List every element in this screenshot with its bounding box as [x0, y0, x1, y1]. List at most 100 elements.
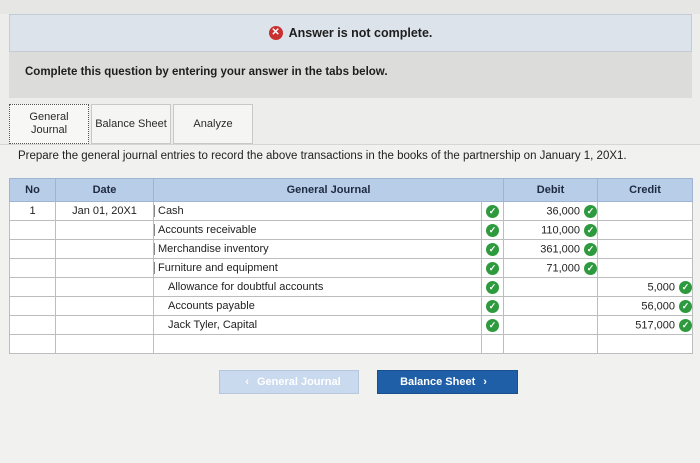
debit-amount: 71,000 — [546, 261, 581, 274]
date-cell[interactable] — [55, 296, 154, 316]
tab-balance-sheet[interactable]: Balance Sheet — [91, 104, 171, 144]
journal-row: Accounts payable ✓ 56,000 ✓ — [9, 296, 694, 316]
debit-cell[interactable]: 110,000 ✓ — [503, 220, 599, 240]
check-circle-icon: ✓ — [486, 280, 499, 294]
chevron-right-icon: › — [483, 376, 487, 388]
next-button-label: Balance Sheet — [400, 376, 476, 388]
account-name: Jack Tyler, Capital — [168, 319, 258, 331]
date-cell[interactable] — [55, 220, 154, 240]
journal-row: Jack Tyler, Capital ✓ 517,000 ✓ — [9, 315, 694, 335]
chevron-left-icon: ‹ — [245, 376, 249, 388]
instruction-text: Complete this question by entering your … — [9, 52, 692, 98]
account-cell[interactable]: Jack Tyler, Capital — [153, 315, 482, 335]
check-circle-icon: ✓ — [584, 261, 597, 275]
entry-number-cell[interactable] — [9, 258, 56, 278]
check-circle-icon: ✓ — [679, 318, 692, 332]
date-cell[interactable] — [55, 277, 154, 297]
header-credit: Credit — [597, 178, 694, 202]
credit-cell[interactable] — [597, 201, 694, 221]
credit-cell[interactable] — [597, 334, 694, 354]
account-check-cell: ✓ — [480, 201, 505, 221]
prev-button-label: General Journal — [256, 376, 341, 388]
credit-cell[interactable]: 5,000 ✓ — [597, 277, 694, 297]
debit-cell[interactable] — [503, 296, 599, 316]
journal-row: Furniture and equipment ✓ 71,000 ✓ — [9, 258, 694, 278]
credit-cell[interactable] — [597, 220, 694, 240]
account-check-cell: ✓ — [480, 315, 505, 335]
header-date: Date — [55, 178, 154, 202]
account-name: Cash — [154, 205, 481, 217]
debit-amount: 110,000 — [541, 223, 581, 236]
credit-cell[interactable]: 56,000 ✓ — [597, 296, 694, 316]
credit-cell[interactable] — [597, 239, 694, 259]
account-cell[interactable]: Accounts receivable — [153, 220, 482, 240]
header-general-journal: General Journal — [152, 178, 505, 202]
prev-general-journal-button[interactable]: ‹ General Journal — [219, 370, 359, 394]
date-cell[interactable] — [55, 258, 154, 278]
account-check-cell — [480, 334, 505, 354]
debit-amount: 36,000 — [546, 204, 581, 217]
check-circle-icon: ✓ — [486, 261, 499, 275]
check-circle-icon: ✓ — [486, 204, 499, 218]
top-band — [0, 0, 700, 14]
answer-status-banner: ✕ Answer is not complete. — [9, 14, 692, 52]
date-cell[interactable]: Jan 01, 20X1 — [55, 201, 154, 221]
entry-number-cell[interactable] — [9, 220, 56, 240]
credit-amount: 5,000 — [647, 280, 676, 293]
account-cell[interactable]: Furniture and equipment — [153, 258, 482, 278]
entry-number-cell[interactable] — [9, 296, 56, 316]
account-name: Merchandise inventory — [154, 243, 481, 255]
x-circle-icon: ✕ — [268, 26, 283, 40]
general-journal-table: No Date General Journal Debit Credit 1 Ja… — [9, 178, 694, 354]
next-balance-sheet-button[interactable]: Balance Sheet › — [377, 370, 518, 394]
account-check-cell: ✓ — [480, 239, 505, 259]
question-prompt: Prepare the general journal entries to r… — [18, 150, 627, 162]
check-circle-icon: ✓ — [486, 223, 499, 237]
credit-amount: 517,000 — [635, 318, 676, 331]
account-check-cell: ✓ — [480, 296, 505, 316]
credit-amount: 56,000 — [641, 299, 676, 312]
date-cell[interactable] — [55, 239, 154, 259]
journal-row: Allowance for doubtful accounts ✓ 5,000 ✓ — [9, 277, 694, 297]
account-cell[interactable]: Allowance for doubtful accounts — [153, 277, 482, 297]
account-check-cell: ✓ — [480, 258, 505, 278]
date-cell[interactable] — [55, 334, 154, 354]
debit-cell[interactable]: 71,000 ✓ — [503, 258, 599, 278]
credit-cell[interactable] — [597, 258, 694, 278]
tab-label: General Journal — [29, 111, 69, 136]
entry-number-cell[interactable]: 1 — [9, 201, 56, 221]
account-name: Allowance for doubtful accounts — [168, 281, 324, 293]
debit-cell[interactable] — [503, 315, 599, 335]
account-name: Accounts receivable — [154, 224, 481, 236]
table-header-row: No Date General Journal Debit Credit — [9, 178, 694, 202]
account-cell[interactable] — [153, 334, 482, 354]
entry-number-cell[interactable] — [9, 277, 56, 297]
journal-row: Merchandise inventory ✓ 361,000 ✓ — [9, 239, 694, 259]
account-name: Furniture and equipment — [154, 262, 481, 274]
check-circle-icon: ✓ — [679, 299, 692, 313]
check-circle-icon: ✓ — [486, 318, 499, 332]
journal-row: 1 Jan 01, 20X1 Cash ✓ 36,000 ✓ — [9, 201, 694, 221]
check-circle-icon: ✓ — [486, 242, 499, 256]
entry-number-cell[interactable] — [9, 239, 56, 259]
date-cell[interactable] — [55, 315, 154, 335]
debit-cell[interactable] — [503, 334, 599, 354]
debit-cell[interactable]: 361,000 ✓ — [503, 239, 599, 259]
check-circle-icon: ✓ — [486, 299, 499, 313]
credit-cell[interactable]: 517,000 ✓ — [597, 315, 694, 335]
tab-analyze[interactable]: Analyze — [173, 104, 253, 144]
debit-cell[interactable] — [503, 277, 599, 297]
header-debit: Debit — [503, 178, 599, 202]
account-cell[interactable]: Merchandise inventory — [153, 239, 482, 259]
debit-cell[interactable]: 36,000 ✓ — [503, 201, 599, 221]
account-cell[interactable]: Accounts payable — [153, 296, 482, 316]
entry-number-cell[interactable] — [9, 315, 56, 335]
account-cell[interactable]: Cash — [153, 201, 482, 221]
tab-general-journal[interactable]: General Journal — [9, 104, 89, 144]
entry-number-cell[interactable] — [9, 334, 56, 354]
check-circle-icon: ✓ — [679, 280, 692, 294]
tab-bar: General Journal Balance Sheet Analyze — [9, 104, 255, 144]
tab-label: Balance Sheet — [95, 117, 167, 130]
header-no: No — [9, 178, 56, 202]
debit-amount: 361,000 — [540, 242, 581, 255]
